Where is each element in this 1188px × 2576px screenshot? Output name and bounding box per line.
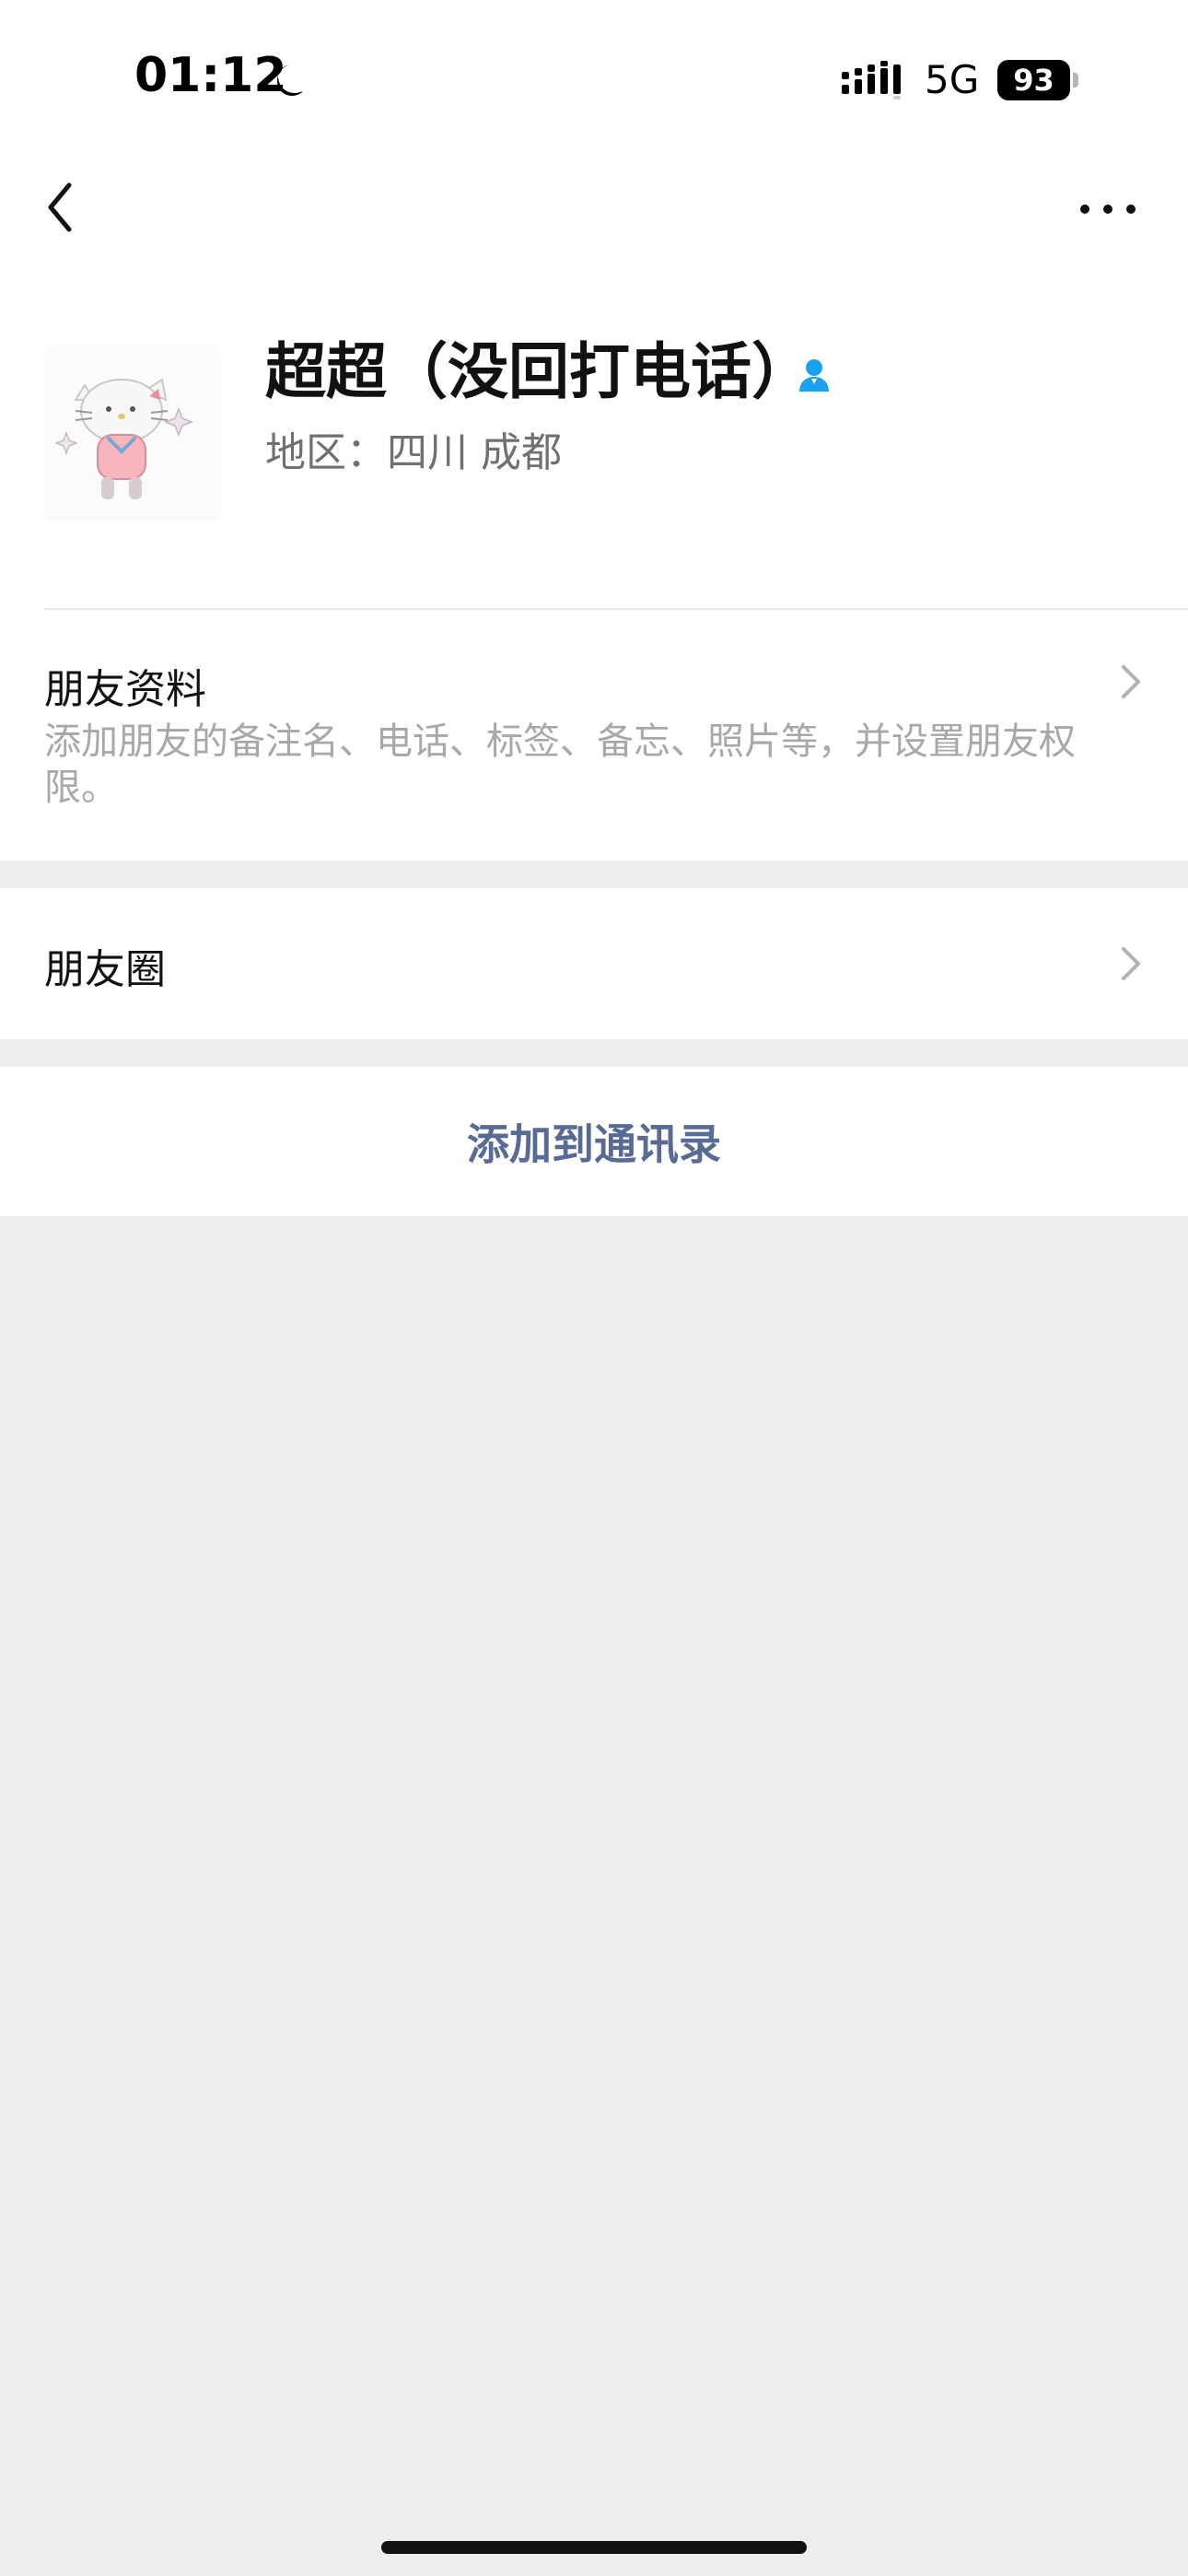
- battery-cap: [1073, 73, 1078, 88]
- chevron-right-icon: [1122, 947, 1140, 980]
- profile-name: 超超（没回打电话）: [265, 336, 812, 407]
- person-icon: [799, 359, 829, 392]
- moments-title: 朋友圈: [44, 946, 166, 993]
- add-to-contacts-button[interactable]: 添加到通讯录: [0, 1067, 1188, 1216]
- avatar[interactable]: [44, 345, 221, 521]
- back-button[interactable]: [35, 175, 85, 240]
- more-icon: [1080, 205, 1136, 214]
- friend-info-row[interactable]: 朋友资料 添加朋友的备注名、电话、标签、备忘、照片等，并设置朋友权限。: [0, 610, 1188, 861]
- hello-kitty-avatar: [44, 345, 221, 521]
- network-label: 5G: [925, 57, 980, 102]
- battery-level: 93: [997, 60, 1071, 100]
- more-button[interactable]: [1076, 193, 1140, 225]
- section-gap: [0, 1039, 1188, 1067]
- region-text: 地区：四川 成都: [265, 429, 562, 476]
- section-gap: [0, 861, 1188, 888]
- home-indicator: [381, 2541, 807, 2554]
- moon-icon: [277, 64, 303, 96]
- status-bar: 01:12 5G 93: [0, 0, 1188, 147]
- battery-indicator: 93: [997, 59, 1078, 101]
- profile-screen: 01:12 5G 93 超超（没回打电话） 地区：四川 成都 朋友资料 添加朋友…: [0, 0, 1188, 2576]
- friend-info-title: 朋友资料: [44, 666, 206, 713]
- moments-row[interactable]: 朋友圈: [0, 888, 1188, 1039]
- chevron-right-icon: [1122, 665, 1140, 698]
- friend-info-subtitle: 添加朋友的备注名、电话、标签、备忘、照片等，并设置朋友权限。: [44, 720, 1076, 809]
- signal-icon: [842, 61, 901, 100]
- back-icon: [48, 182, 72, 232]
